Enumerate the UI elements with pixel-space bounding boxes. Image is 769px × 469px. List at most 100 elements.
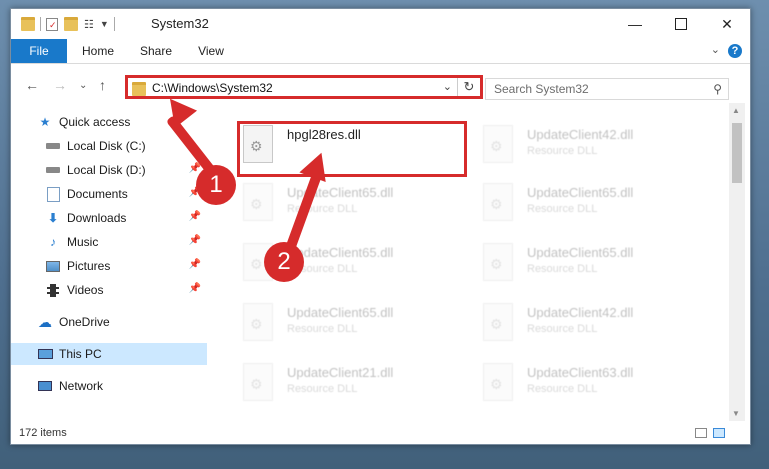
search-icon[interactable]: ⚲ bbox=[713, 82, 722, 96]
dll-file-icon: ⚙ bbox=[483, 125, 513, 163]
sidebar-item-pictures[interactable]: Pictures 📌 bbox=[11, 255, 207, 277]
up-arrow-icon[interactable]: ↑ bbox=[99, 77, 106, 93]
file-item[interactable]: ⚙ UpdateClient42.dll Resource DLL bbox=[479, 299, 709, 349]
drive-icon bbox=[45, 163, 61, 177]
close-button[interactable]: ✕ bbox=[704, 9, 750, 39]
status-bar: 172 items bbox=[11, 423, 750, 444]
tab-view[interactable]: View bbox=[191, 39, 231, 63]
chevron-down-icon[interactable]: ⌄ bbox=[443, 80, 452, 93]
chevron-down-icon[interactable]: ▼ bbox=[100, 19, 109, 29]
sidebar-item-onedrive[interactable]: ☁ OneDrive bbox=[11, 311, 207, 333]
dll-file-icon: ⚙ bbox=[243, 303, 273, 341]
gear-icon: ⚙ bbox=[490, 138, 503, 154]
dll-file-icon: ⚙ bbox=[483, 303, 513, 341]
recent-locations-icon[interactable]: ⌄ bbox=[79, 80, 87, 91]
file-item[interactable]: ⚙ UpdateClient65.dll Resource DLL bbox=[479, 179, 709, 229]
file-name: UpdateClient42.dll bbox=[527, 127, 634, 142]
file-type: Resource DLL bbox=[527, 263, 598, 275]
dll-file-icon: ⚙ bbox=[243, 363, 273, 401]
sidebar-item-label: Videos bbox=[67, 283, 104, 297]
gear-icon: ⚙ bbox=[250, 316, 263, 332]
callout-badge-1: 1 bbox=[196, 165, 236, 205]
highlight-box bbox=[237, 121, 467, 177]
details-view-icon[interactable] bbox=[695, 428, 707, 438]
file-name: UpdateClient65.dll bbox=[287, 305, 394, 320]
tab-home[interactable]: Home bbox=[75, 39, 121, 63]
file-name: UpdateClient65.dll bbox=[527, 185, 634, 200]
file-name: UpdateClient42.dll bbox=[527, 305, 634, 320]
file-item[interactable]: ⚙ UpdateClient63.dll Resource DLL bbox=[479, 359, 709, 409]
sidebar-item-local-disk-d[interactable]: Local Disk (D:) 📌 bbox=[11, 159, 207, 181]
ribbon-tabs: File Home Share View ⌄ ? bbox=[11, 39, 750, 64]
sidebar-item-local-disk-c[interactable]: Local Disk (C:) bbox=[11, 135, 207, 157]
expand-ribbon-icon[interactable]: ⌄ bbox=[711, 43, 720, 56]
sidebar-item-label: Local Disk (D:) bbox=[67, 163, 146, 177]
pin-icon[interactable]: 📌 bbox=[189, 235, 201, 246]
scroll-up-icon[interactable]: ▲ bbox=[732, 106, 740, 115]
sidebar-item-label: Network bbox=[59, 379, 104, 393]
file-item[interactable]: ⚙ UpdateClient42.dll Resource DLL bbox=[479, 121, 709, 171]
sidebar-item-network[interactable]: Network bbox=[11, 375, 207, 397]
file-type: Resource DLL bbox=[527, 383, 598, 395]
sidebar-item-this-pc[interactable]: This PC bbox=[11, 343, 207, 365]
close-icon: ✕ bbox=[721, 15, 733, 32]
sidebar-item-label: This PC bbox=[59, 347, 102, 361]
tab-file[interactable]: File bbox=[11, 39, 67, 63]
sidebar-item-videos[interactable]: Videos 📌 bbox=[11, 279, 207, 301]
dll-file-icon: ⚙ bbox=[483, 183, 513, 221]
window-title: System32 bbox=[151, 16, 209, 31]
dll-file-icon: ⚙ bbox=[483, 363, 513, 401]
item-count: 172 items bbox=[19, 427, 67, 439]
pin-icon[interactable]: 📌 bbox=[189, 259, 201, 270]
search-input[interactable]: Search System32 ⚲ bbox=[485, 78, 729, 100]
vertical-scrollbar[interactable]: ▲ ▼ bbox=[729, 103, 745, 421]
minimize-button[interactable]: — bbox=[612, 9, 658, 39]
gear-icon: ⚙ bbox=[250, 196, 263, 212]
gear-icon: ⚙ bbox=[490, 376, 503, 392]
refresh-icon[interactable]: ↻ bbox=[457, 78, 480, 96]
file-name: UpdateClient21.dll bbox=[287, 365, 394, 380]
videos-icon bbox=[45, 283, 61, 297]
star-icon: ★ bbox=[39, 115, 51, 129]
sidebar-item-documents[interactable]: Documents 📌 bbox=[11, 183, 207, 205]
new-folder-icon[interactable] bbox=[64, 17, 78, 31]
forward-arrow-icon[interactable]: → bbox=[53, 77, 67, 93]
sidebar-item-music[interactable]: ♪ Music 📌 bbox=[11, 231, 207, 253]
dll-file-icon: ⚙ bbox=[243, 183, 273, 221]
file-type: Resource DLL bbox=[527, 145, 598, 157]
address-path[interactable]: C:\Windows\System32 bbox=[152, 81, 273, 95]
gear-icon: ⚙ bbox=[250, 376, 263, 392]
sidebar-item-downloads[interactable]: ⬇ Downloads 📌 bbox=[11, 207, 207, 229]
file-item[interactable]: ⚙ UpdateClient65.dll Resource DLL bbox=[479, 239, 709, 289]
drive-icon bbox=[45, 139, 61, 153]
scroll-down-icon[interactable]: ▼ bbox=[732, 409, 740, 418]
file-type: Resource DLL bbox=[527, 323, 598, 335]
sidebar-item-label: Local Disk (C:) bbox=[67, 139, 146, 153]
customize-icon[interactable]: ☷ bbox=[84, 18, 94, 31]
large-icons-view-icon[interactable] bbox=[713, 428, 725, 438]
properties-icon[interactable]: ✓ bbox=[46, 17, 58, 31]
sidebar-item-label: Pictures bbox=[67, 259, 111, 273]
sidebar-item-label: Quick access bbox=[59, 115, 131, 129]
gear-icon: ⚙ bbox=[490, 316, 503, 332]
pin-icon[interactable]: 📌 bbox=[189, 211, 201, 222]
explorer-window: ✓ ☷ ▼ System32 — ✕ File Home Share View … bbox=[10, 8, 751, 445]
file-item[interactable]: ⚙ UpdateClient21.dll Resource DLL bbox=[239, 359, 469, 409]
help-icon[interactable]: ? bbox=[728, 44, 742, 58]
sidebar-item-label: Music bbox=[67, 235, 99, 249]
music-icon: ♪ bbox=[50, 235, 56, 249]
maximize-button[interactable] bbox=[658, 9, 704, 39]
title-bar: ✓ ☷ ▼ System32 — ✕ bbox=[11, 9, 750, 39]
sidebar-item-label: OneDrive bbox=[59, 315, 110, 329]
tab-share[interactable]: Share bbox=[133, 39, 179, 63]
quick-access-toolbar: ✓ ☷ ▼ bbox=[21, 16, 120, 32]
sidebar-item-label: Downloads bbox=[67, 211, 127, 225]
gear-icon: ⚙ bbox=[490, 256, 503, 272]
maximize-icon bbox=[675, 18, 687, 30]
pin-icon[interactable]: 📌 bbox=[189, 283, 201, 294]
network-icon bbox=[37, 379, 53, 393]
file-item[interactable]: ⚙ UpdateClient65.dll Resource DLL bbox=[239, 179, 469, 229]
file-item[interactable]: ⚙ UpdateClient65.dll Resource DLL bbox=[239, 299, 469, 349]
back-arrow-icon[interactable]: ← bbox=[25, 77, 39, 93]
scrollbar-thumb[interactable] bbox=[732, 123, 742, 183]
